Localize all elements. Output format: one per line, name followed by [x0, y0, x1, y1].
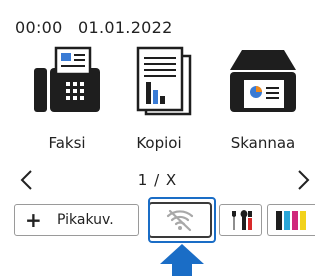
plus-icon: +: [25, 208, 42, 232]
app-copy-button[interactable]: Kopioi: [118, 46, 200, 156]
status-bar: 00:00 01.01.2022: [15, 18, 173, 37]
clock-date: 01.01.2022: [78, 18, 173, 37]
app-fax-label: Faksi: [48, 134, 86, 152]
wifi-button-highlight: [148, 197, 216, 243]
app-copy-label: Kopioi: [136, 134, 182, 152]
shortcut-label: Pikakuv.: [57, 212, 114, 228]
page-indicator: 1 / X: [137, 171, 178, 189]
chevron-right-icon[interactable]: [290, 168, 314, 192]
app-scan-label: Skannaa: [230, 134, 296, 152]
copy-icon: [136, 46, 192, 116]
clock-time: 00:00: [15, 18, 63, 37]
settings-tools-button[interactable]: [219, 204, 262, 236]
scan-icon: [230, 50, 296, 112]
app-fax-button[interactable]: Faksi: [26, 46, 108, 156]
fax-icon: [34, 46, 100, 112]
shortcut-button[interactable]: + Pikakuv.: [14, 204, 139, 236]
tools-icon: [232, 210, 252, 230]
ink-cartridges-icon: [276, 211, 306, 230]
app-scan-button[interactable]: Skannaa: [222, 46, 304, 156]
pointer-arrow-icon: [160, 244, 204, 276]
ink-level-button[interactable]: [267, 204, 315, 236]
page-navigation: 1 / X: [0, 164, 315, 196]
